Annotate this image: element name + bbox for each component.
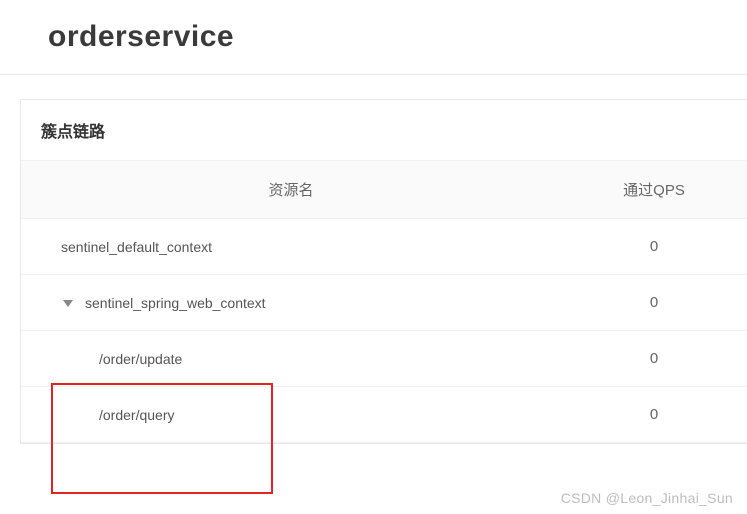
table-row[interactable]: /order/query 0 — [21, 387, 747, 443]
table-row[interactable]: sentinel_spring_web_context 0 — [21, 275, 747, 331]
resource-name-label: sentinel_default_context — [61, 239, 212, 255]
panel-header: 簇点链路 — [21, 100, 747, 161]
resource-name-label: /order/update — [99, 351, 182, 367]
resource-name-cell: /order/update — [21, 351, 561, 367]
resource-name-label: /order/query — [99, 407, 174, 423]
column-header-resource[interactable]: 资源名 — [21, 179, 561, 200]
qps-cell: 0 — [561, 294, 747, 311]
qps-cell: 0 — [561, 238, 747, 255]
watermark: CSDN @Leon_Jinhai_Sun — [561, 490, 733, 506]
chevron-down-icon[interactable] — [61, 298, 75, 308]
resource-name-cell: sentinel_spring_web_context — [21, 295, 561, 311]
resource-name-label: sentinel_spring_web_context — [85, 295, 266, 311]
cluster-link-panel: 簇点链路 资源名 通过QPS sentinel_default_context … — [20, 99, 747, 444]
page-title: orderservice — [0, 0, 747, 74]
column-header-qps[interactable]: 通过QPS — [561, 179, 747, 200]
qps-cell: 0 — [561, 350, 747, 367]
resource-name-cell: /order/query — [21, 407, 561, 423]
table-row[interactable]: sentinel_default_context 0 — [21, 219, 747, 275]
resource-name-cell: sentinel_default_context — [21, 239, 561, 255]
divider — [0, 74, 747, 75]
table-header-row: 资源名 通过QPS — [21, 161, 747, 219]
table-row[interactable]: /order/update 0 — [21, 331, 747, 387]
qps-cell: 0 — [561, 406, 747, 423]
